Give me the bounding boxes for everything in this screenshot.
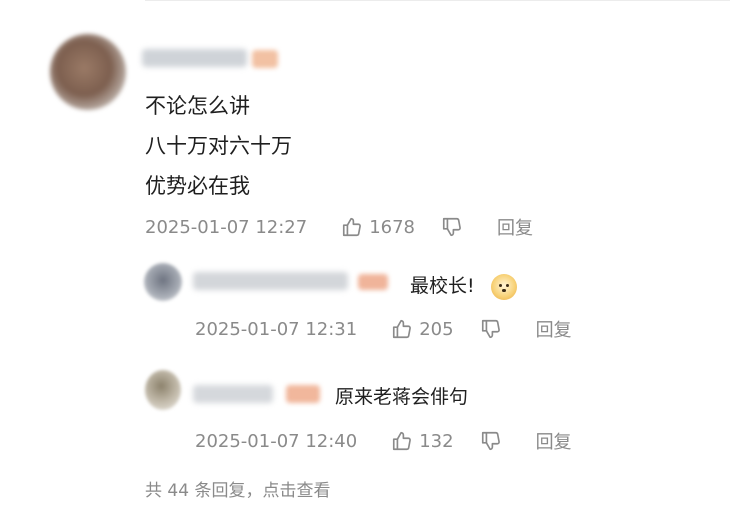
reply-button[interactable]: 回复 — [497, 214, 533, 240]
reply-2-timestamp: 2025-01-07 12:40 — [195, 430, 358, 452]
dislike-button[interactable] — [441, 216, 463, 238]
reply-1-meta: 2025-01-07 12:31 205 回复 — [195, 316, 572, 342]
doge-icon — [490, 273, 517, 300]
reply-2-like-count: 132 — [419, 430, 454, 452]
thumbs-up-icon — [393, 319, 412, 339]
comment-meta: 2025-01-07 12:27 1678 回复 — [145, 214, 533, 240]
thumbs-up-icon — [343, 217, 362, 237]
reply-2-dislike-button[interactable] — [480, 430, 502, 452]
like-button[interactable]: 1678 — [341, 216, 415, 238]
view-more-replies-link[interactable]: 共 44 条回复，点击查看 — [145, 476, 330, 501]
reply-1-text: 最校长! — [410, 275, 475, 297]
avatar[interactable] — [50, 34, 126, 110]
comment-line-1: 不论怎么讲 — [145, 94, 250, 118]
reply-2-like-button[interactable]: 132 — [391, 430, 454, 452]
thumbs-down-icon — [481, 319, 500, 339]
reply-1-timestamp: 2025-01-07 12:31 — [195, 318, 358, 340]
like-count: 1678 — [369, 216, 416, 238]
comment-timestamp: 2025-01-07 12:27 — [145, 216, 308, 238]
reply-username-blurred[interactable] — [193, 272, 348, 290]
top-divider — [145, 0, 730, 1]
reply-avatar[interactable] — [144, 263, 182, 301]
user-badge — [252, 50, 278, 68]
reply-1-reply-button[interactable]: 回复 — [536, 316, 572, 342]
reply-username-blurred[interactable] — [193, 385, 273, 403]
comment-line-2: 八十万对六十万 — [145, 134, 292, 158]
reply-2-reply-button[interactable]: 回复 — [536, 428, 572, 454]
thumbs-up-icon — [393, 431, 412, 451]
username-blurred[interactable] — [142, 49, 247, 67]
thumbs-down-icon — [481, 431, 500, 451]
reply-1-content: 最校长! — [410, 271, 517, 300]
reply-1-dislike-button[interactable] — [480, 318, 502, 340]
thumbs-down-icon — [442, 217, 461, 237]
reply-user-badge — [286, 385, 320, 403]
reply-user-badge — [358, 274, 388, 290]
comment-line-3: 优势必在我 — [145, 174, 250, 198]
reply-2-meta: 2025-01-07 12:40 132 回复 — [195, 428, 572, 454]
reply-avatar[interactable] — [145, 370, 181, 410]
reply-1-like-button[interactable]: 205 — [391, 318, 454, 340]
reply-2-text: 原来老蒋会俳句 — [335, 386, 469, 408]
reply-1-like-count: 205 — [419, 318, 454, 340]
